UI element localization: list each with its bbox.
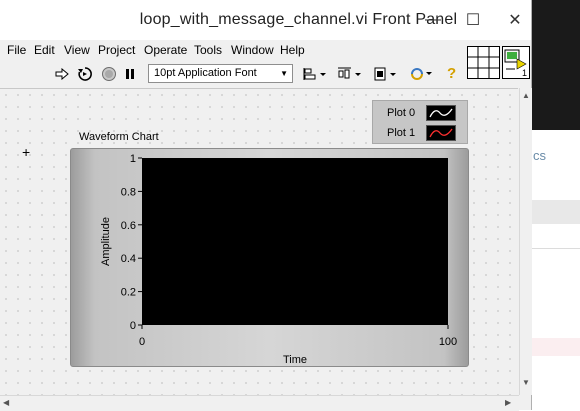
plot-legend[interactable]: Plot 0 Plot 1 (372, 100, 468, 144)
distribute-objects-icon[interactable] (337, 65, 363, 83)
waveform-chart[interactable]: 0 0.2 0.4 0.6 0.8 1 0 100 Time Amplitude (70, 148, 469, 367)
chevron-down-icon: ▼ (280, 69, 288, 78)
background-band (530, 200, 580, 224)
background-highlight-band (530, 338, 580, 356)
background-divider (530, 248, 580, 249)
resize-objects-icon[interactable] (372, 65, 398, 83)
plot-area[interactable] (142, 158, 448, 325)
font-select-value: 10pt Application Font (154, 67, 257, 79)
scroll-up-icon[interactable]: ▲ (522, 91, 530, 100)
legend-name: Plot 0 (387, 107, 416, 119)
menu-edit[interactable]: Edit (34, 43, 55, 57)
menu-file[interactable]: File (7, 43, 26, 57)
background-dark-region (530, 0, 580, 130)
background-partial-text: cs (533, 148, 546, 163)
chart-label[interactable]: Waveform Chart (79, 131, 159, 143)
minimize-icon: — (425, 11, 441, 28)
reorder-icon[interactable] (408, 65, 434, 83)
abort-icon[interactable] (100, 65, 118, 83)
y-tick-label: 0 (130, 320, 136, 332)
vertical-scrollbar[interactable]: ▲ ▼ (519, 88, 532, 395)
maximize-icon: ☐ (465, 12, 481, 29)
plot-0-swatch-icon[interactable] (426, 105, 456, 121)
maximize-button[interactable]: ☐ (461, 8, 485, 32)
y-tick-label: 0.4 (121, 253, 136, 265)
crosshair-cursor-icon: + (22, 144, 31, 160)
menu-help[interactable]: Help (280, 43, 305, 57)
connector-pane[interactable] (467, 46, 500, 79)
y-tick-label: 0.8 (121, 186, 136, 198)
vi-icon[interactable]: 1 (502, 46, 530, 79)
scroll-left-icon[interactable]: ◀ (3, 398, 9, 407)
legend-name: Plot 1 (387, 127, 416, 139)
front-panel-window: loop_with_message_channel.vi Front Panel… (0, 0, 532, 411)
chart-plot-svg: 0 0.2 0.4 0.6 0.8 1 0 100 Time Amplitude (100, 153, 457, 366)
menu-operate[interactable]: Operate (144, 43, 187, 57)
context-help-icon[interactable]: ? (447, 65, 456, 82)
menu-view[interactable]: View (64, 43, 90, 57)
pause-icon[interactable] (121, 65, 139, 83)
y-axis-label: Amplitude (100, 217, 112, 266)
x-tick-label: 0 (139, 336, 145, 348)
title-bar[interactable]: loop_with_message_channel.vi Front Panel… (0, 0, 531, 40)
vi-icon-badge: 1 (521, 68, 527, 78)
horizontal-scrollbar[interactable]: ◀ ▶ (0, 395, 519, 411)
legend-row-plot-0[interactable]: Plot 0 (373, 103, 467, 123)
close-icon: ✕ (508, 12, 522, 29)
window-title: loop_with_message_channel.vi Front Panel (139, 11, 458, 28)
y-tick-label: 1 (130, 153, 136, 165)
minimize-button[interactable]: — (421, 8, 445, 32)
x-axis-label: Time (283, 354, 307, 366)
y-tick-label: 0.6 (121, 220, 136, 232)
menu-bar: File Edit View Project Operate Tools Win… (0, 40, 531, 60)
close-button[interactable]: ✕ (503, 8, 527, 32)
plot-1-swatch-icon[interactable] (426, 125, 456, 141)
align-objects-icon[interactable] (302, 65, 328, 83)
menu-window[interactable]: Window (231, 43, 274, 57)
run-continuously-icon[interactable] (76, 65, 94, 83)
scroll-right-icon[interactable]: ▶ (505, 398, 511, 407)
y-tick-label: 0.2 (121, 287, 136, 299)
menu-project[interactable]: Project (98, 43, 135, 57)
scroll-down-icon[interactable]: ▼ (522, 378, 530, 387)
x-tick-label: 100 (439, 336, 457, 348)
legend-row-plot-1[interactable]: Plot 1 (373, 123, 467, 143)
run-arrow-icon[interactable] (53, 65, 71, 83)
menu-tools[interactable]: Tools (194, 43, 222, 57)
font-select[interactable]: 10pt Application Font ▼ (148, 64, 293, 83)
